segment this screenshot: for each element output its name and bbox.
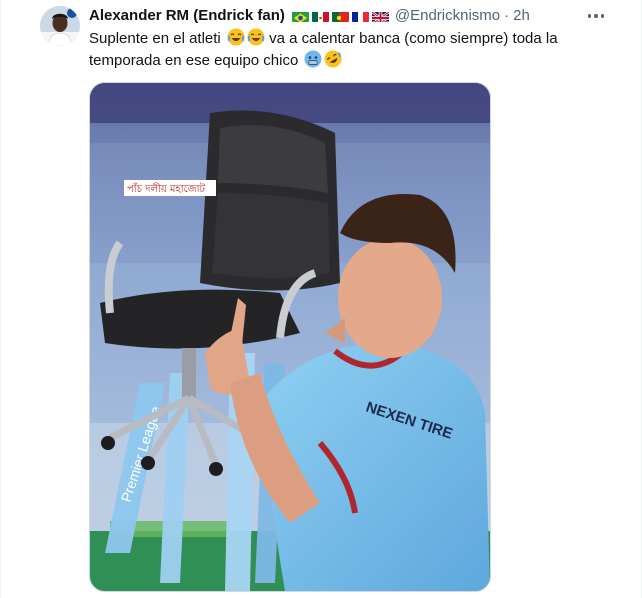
tweet-media-image[interactable]: Premier League পাঁচ দলীয় মহাজোট NEXEN T… [89, 82, 491, 592]
face-with-tears-of-joy-icon [227, 28, 245, 46]
rolling-on-floor-laughing-icon [324, 50, 342, 68]
france-flag-icon [351, 10, 369, 22]
author-avatar[interactable] [40, 6, 80, 46]
meme-photo: Premier League পাঁচ দলীয় মহাজোট NEXEN T… [90, 83, 490, 591]
portugal-flag-icon [331, 10, 349, 22]
author-name[interactable]: Alexander RM (Endrick fan) [89, 6, 285, 26]
author-flags [291, 10, 389, 22]
mexico-flag-icon [311, 10, 329, 22]
tweet-text: Suplente en el atleti va a calentar banc… [89, 28, 599, 72]
author-handle[interactable]: @Endricknismo [395, 6, 500, 26]
face-with-tears-of-joy-icon [247, 28, 265, 46]
more-options-icon[interactable] [585, 6, 607, 26]
tweet-card[interactable]: Alexander RM (Endrick fan) @Endricknismo… [0, 0, 642, 598]
tweet-text-part1: Suplente en el atleti [89, 30, 221, 47]
tweet-timestamp[interactable]: 2h [513, 6, 530, 26]
separator-dot: · [504, 7, 510, 24]
cold-face-icon [304, 50, 322, 68]
tweet-header: Alexander RM (Endrick fan) @Endricknismo… [89, 6, 530, 26]
brazil-flag-icon [291, 10, 309, 22]
uk-flag-icon [371, 10, 389, 22]
overlay-caption: পাঁচ দলীয় মহাজোট [127, 182, 205, 195]
